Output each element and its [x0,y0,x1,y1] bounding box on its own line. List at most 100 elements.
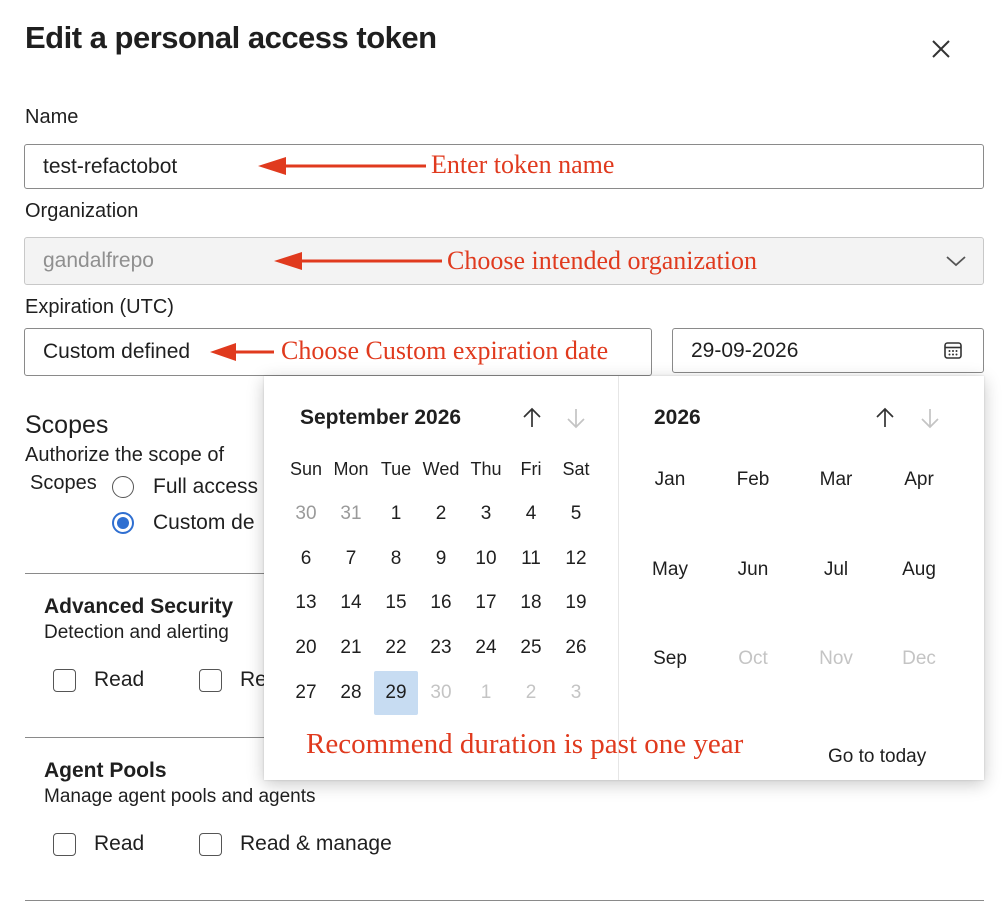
month-nov: Nov [819,648,853,669]
calendar-day: 2 [525,682,537,703]
calendar-day[interactable]: 29 [374,671,418,715]
date-picker-popup: September 2026 Sun Mon Tue Wed Thu Fri Sat 30 3… [264,376,984,780]
calendar-day[interactable]: 13 [284,581,328,625]
month-dec: Dec [902,648,936,669]
calendar-month-title[interactable]: September 2026 [300,406,461,430]
weekday-mon: Mon [333,459,369,479]
calendar-icon[interactable] [943,340,963,360]
close-button[interactable] [928,36,954,62]
checkbox-advanced-security-second[interactable] [199,669,222,692]
month-apr[interactable]: Apr [884,469,954,491]
annotation-org: Choose intended organization [447,246,758,275]
calendar-day: 30 [430,682,452,703]
calendar-day[interactable]: 26 [554,626,598,670]
calendar-day[interactable]: 22 [374,626,418,670]
weekday-sun: Sun [289,459,323,479]
month-jul[interactable]: Jul [801,559,871,581]
calendar-day[interactable]: 1 [374,492,418,536]
section-desc-agent-pools: Manage agent pools and agents [44,786,316,807]
organization-value: gandalfrepo [43,249,154,272]
annotation-duration: Recommend duration is past one year [306,728,744,760]
annotation-name: Enter token name [431,150,615,179]
next-month-arrow-down-icon[interactable] [564,406,588,430]
section-divider [25,900,984,901]
month-mar[interactable]: Mar [801,469,871,491]
radio-full-access[interactable] [112,476,134,498]
calendar-year-title[interactable]: 2026 [654,406,701,430]
calendar-day[interactable]: 12 [554,537,598,581]
calendar-day[interactable]: 6 [284,537,328,581]
calendar-day[interactable]: 4 [509,492,553,536]
calendar-day[interactable]: 31 [329,492,373,536]
section-desc-advanced-security: Detection and alerting [44,622,229,643]
calendar-day[interactable]: 23 [419,626,463,670]
checkbox-advanced-security-second-label[interactable]: Re [240,668,267,692]
checkbox-advanced-security-read-label[interactable]: Read [94,668,144,692]
weekday-tue: Tue [380,459,412,479]
calendar-day[interactable]: 2 [419,492,463,536]
expiration-label: Expiration (UTC) [25,296,174,318]
calendar-day[interactable]: 27 [284,671,328,715]
calendar-day[interactable]: 28 [329,671,373,715]
weekday-sat: Sat [562,459,590,479]
calendar-day[interactable]: 18 [509,581,553,625]
go-to-today-link[interactable]: Go to today [828,746,926,768]
expiration-date-value: 29-09-2026 [691,338,799,362]
previous-year-arrow-up-icon[interactable] [873,406,897,430]
month-jun[interactable]: Jun [718,559,788,581]
calendar-day[interactable]: 19 [554,581,598,625]
calendar-day[interactable]: 30 [284,492,328,536]
chevron-down-icon [946,256,966,267]
name-input-value: test-refactobot [43,154,178,178]
checkbox-agent-pools-read[interactable] [53,833,76,856]
month-feb[interactable]: Feb [718,469,788,491]
month-oct: Oct [738,648,768,669]
annotation-arrow-expiration [210,343,274,361]
weekday-wed: Wed [422,459,460,479]
date-picker-split [618,376,619,780]
weekday-thu: Thu [470,459,502,479]
scopes-radio-group-label: Scopes [30,472,97,494]
calendar-day[interactable]: 7 [329,537,373,581]
calendar-day[interactable]: 17 [464,581,508,625]
month-sep[interactable]: Sep [635,648,705,670]
calendar-day[interactable]: 11 [509,537,553,581]
calendar-day[interactable]: 10 [464,537,508,581]
previous-month-arrow-up-icon[interactable] [520,406,544,430]
radio-custom-defined-label[interactable]: Custom de [153,511,255,535]
calendar-day[interactable]: 20 [284,626,328,670]
calendar-day[interactable]: 8 [374,537,418,581]
scopes-heading: Scopes [25,411,109,439]
close-icon [932,40,950,58]
checkbox-advanced-security-read[interactable] [53,669,76,692]
expiration-mode-value: Custom defined [43,340,191,363]
annotation-arrow-org [274,252,442,270]
radio-full-access-label[interactable]: Full access [153,475,258,499]
calendar-day[interactable]: 21 [329,626,373,670]
next-year-arrow-down-icon[interactable] [918,406,942,430]
calendar-day[interactable]: 16 [419,581,463,625]
annotation-arrow-name [258,157,426,175]
section-title-advanced-security: Advanced Security [44,595,234,618]
dialog-title: Edit a personal access token [25,20,437,55]
checkbox-agent-pools-read-label[interactable]: Read [94,832,144,856]
calendar-day[interactable]: 5 [554,492,598,536]
checkbox-agent-pools-read-manage[interactable] [199,833,222,856]
annotation-expiration: Choose Custom expiration date [281,336,609,365]
calendar-day[interactable]: 3 [464,492,508,536]
radio-custom-defined[interactable] [112,512,134,534]
calendar-day[interactable]: 25 [509,626,553,670]
section-title-agent-pools: Agent Pools [44,759,167,782]
calendar-day[interactable]: 9 [419,537,463,581]
expiration-date-input[interactable]: 29-09-2026 [672,328,984,373]
calendar-day[interactable]: 24 [464,626,508,670]
calendar-day[interactable]: 14 [329,581,373,625]
weekday-fri: Fri [520,459,542,479]
month-jan[interactable]: Jan [635,469,705,491]
month-aug[interactable]: Aug [884,559,954,581]
name-label: Name [25,106,79,128]
calendar-day: 1 [480,682,492,703]
calendar-day[interactable]: 15 [374,581,418,625]
month-may[interactable]: May [635,559,705,581]
checkbox-agent-pools-read-manage-label[interactable]: Read & manage [240,832,392,856]
